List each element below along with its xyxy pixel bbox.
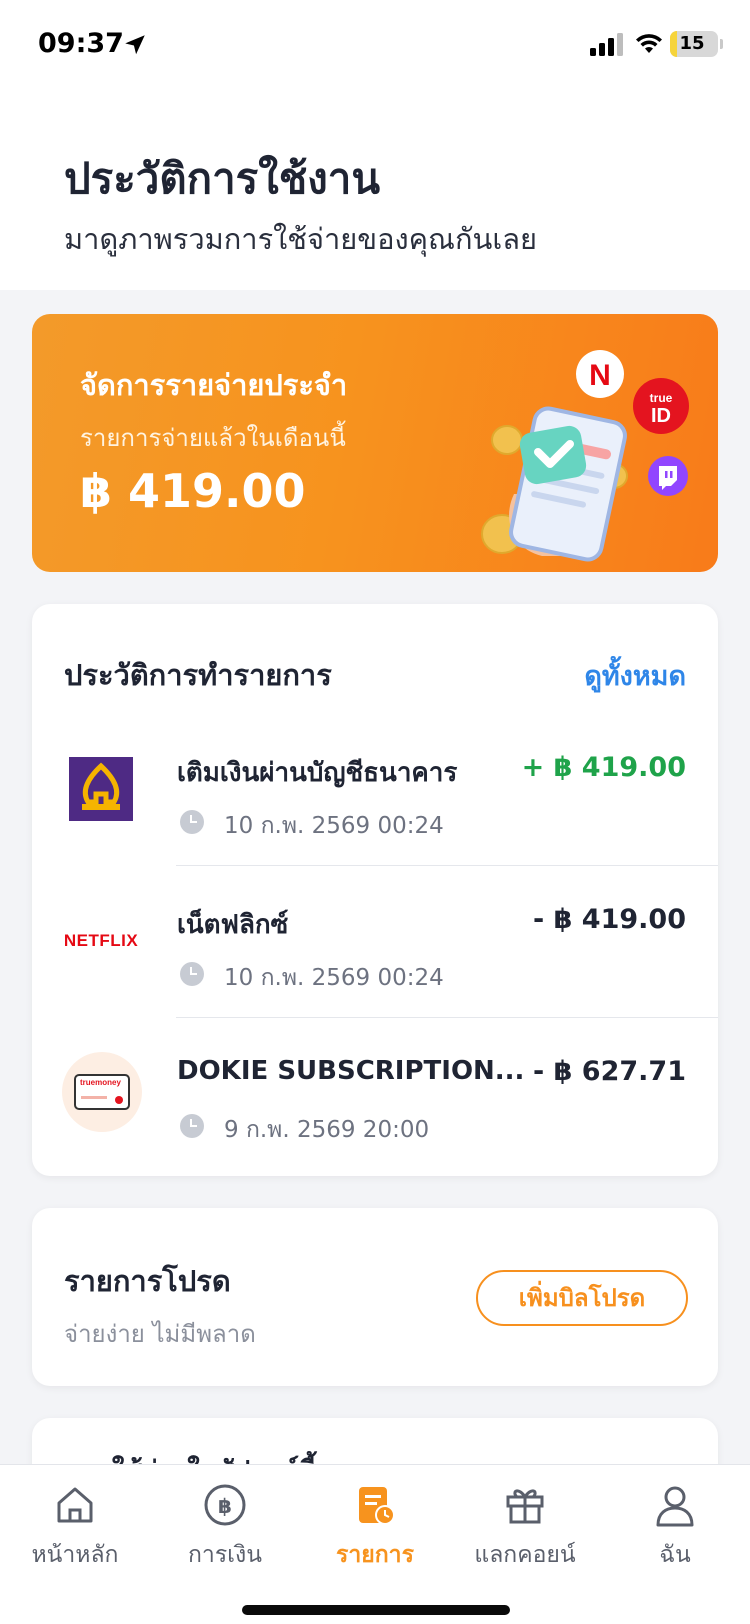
transaction-row[interactable]: เติมเงินผ่านบัญชีธนาคาร 10 ก.พ. 2569 00:…	[32, 714, 718, 866]
favorite-bills-title: รายการโปรด	[64, 1264, 231, 1298]
tab-label: การเงิน	[187, 1542, 262, 1568]
status-time: 09:37	[38, 28, 124, 59]
tab-finance[interactable]: ฿ การเงิน	[150, 1465, 300, 1585]
gift-icon	[506, 1489, 544, 1524]
favorite-bills-subtitle: จ่ายง่าย ไม่มีพลาด	[64, 1320, 256, 1348]
tab-label: หน้าหลัก	[31, 1542, 119, 1568]
bank-icon	[69, 757, 133, 821]
location-arrow-icon	[125, 35, 145, 55]
transaction-time: 10 ก.พ. 2569 00:24	[224, 813, 444, 839]
favorite-bills-card: รายการโปรด จ่ายง่าย ไม่มีพลาด เพิ่มบิลโป…	[32, 1208, 718, 1386]
transaction-amount: - ฿ 419.00	[533, 904, 686, 935]
netflix-logo-text: NETFLIX	[63, 931, 139, 950]
transaction-time: 10 ก.พ. 2569 00:24	[224, 965, 444, 991]
card-stripe	[81, 1096, 107, 1099]
svg-text:฿: ฿	[218, 1494, 232, 1518]
add-favorite-bill-button[interactable]: เพิ่มบิลโปรด	[476, 1270, 688, 1326]
netflix-logo: NETFLIX	[64, 908, 138, 974]
bottom-tab-bar: หน้าหลัก ฿ การเงิน รายการ แลกคอยน์ ฉัน	[0, 1464, 750, 1624]
transaction-amount: - ฿ 627.71	[533, 1056, 686, 1087]
clock-icon	[180, 962, 204, 986]
banner-title: จัดการรายจ่ายประจำ	[80, 368, 348, 402]
transaction-name: เติมเงินผ่านบัญชีธนาคาร	[177, 758, 458, 788]
battery-icon: 15	[670, 31, 718, 57]
home-indicator	[242, 1605, 510, 1615]
truemoney-card-icon: truemoney	[62, 1052, 142, 1132]
transaction-name: DOKIE SUBSCRIPTION...	[177, 1056, 525, 1086]
netflix-icon: N	[576, 350, 624, 398]
transaction-name: เน็ตฟลิกซ์	[177, 910, 289, 940]
tab-profile[interactable]: ฉัน	[600, 1465, 750, 1585]
banner-illustration: N true ID	[481, 350, 689, 562]
transaction-time: 9 ก.พ. 2569 20:00	[224, 1117, 430, 1143]
trueid-icon: true ID	[633, 378, 689, 434]
twitch-icon	[648, 456, 688, 496]
battery-cap	[720, 39, 723, 49]
tab-redeem-coins[interactable]: แลกคอยน์	[450, 1465, 600, 1585]
page-header: ประวัติการใช้งาน มาดูภาพรวมการใช้จ่ายของ…	[0, 90, 750, 290]
svg-text:N: N	[589, 359, 611, 392]
status-bar: 09:37 15	[0, 0, 750, 90]
transaction-row[interactable]: truemoney DOKIE SUBSCRIPTION... 9 ก.พ. 2…	[32, 1018, 718, 1170]
svg-text:true: true	[650, 391, 673, 405]
tab-label: รายการ	[336, 1542, 414, 1568]
check-icon	[519, 425, 587, 485]
user-icon	[656, 1486, 694, 1527]
card-graphic: truemoney	[74, 1074, 130, 1110]
receipt-icon	[359, 1487, 395, 1525]
transaction-history-card: ประวัติการทำรายการ ดูทั้งหมด เติมเงินผ่า…	[32, 604, 718, 1176]
banner-amount: ฿ 419.00	[80, 464, 306, 518]
truemoney-logo-text: truemoney	[80, 1078, 121, 1087]
history-title: ประวัติการทำรายการ	[64, 658, 332, 692]
recurring-expenses-banner[interactable]: จัดการรายจ่ายประจำ รายการจ่ายแล้วในเดือน…	[32, 314, 718, 572]
tab-label: ฉัน	[659, 1542, 691, 1568]
card-dot	[115, 1096, 123, 1104]
baht-coin-icon: ฿	[204, 1484, 246, 1526]
tab-home[interactable]: หน้าหลัก	[0, 1465, 150, 1585]
clock-icon	[180, 1114, 204, 1138]
wifi-icon	[636, 34, 662, 53]
svg-text:ID: ID	[651, 405, 671, 427]
page-title: ประวัติการใช้งาน	[64, 154, 381, 203]
transaction-row[interactable]: NETFLIX เน็ตฟลิกซ์ 10 ก.พ. 2569 00:24 - …	[32, 866, 718, 1018]
battery-percent: 15	[679, 33, 705, 54]
clock-icon	[180, 810, 204, 834]
page-subtitle: มาดูภาพรวมการใช้จ่ายของคุณกันเลย	[64, 222, 538, 256]
cellular-signal-icon	[590, 33, 623, 56]
banner-subtitle: รายการจ่ายแล้วในเดือนนี้	[80, 424, 346, 452]
transaction-amount: + ฿ 419.00	[521, 752, 686, 783]
tab-transactions[interactable]: รายการ	[300, 1465, 450, 1585]
tab-label: แลกคอยน์	[474, 1542, 576, 1568]
home-icon	[57, 1487, 93, 1523]
see-all-link[interactable]: ดูทั้งหมด	[584, 654, 686, 697]
